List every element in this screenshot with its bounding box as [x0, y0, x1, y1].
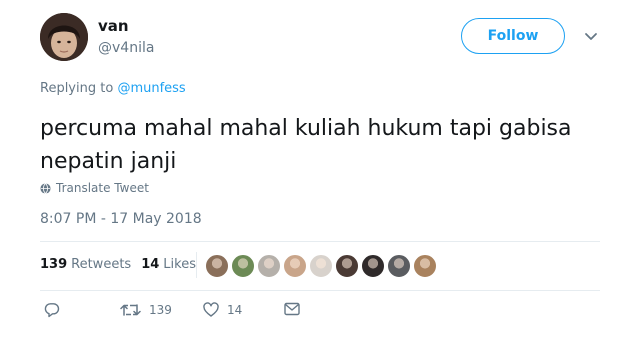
divider [40, 290, 600, 291]
tweet-stats: 139 Retweets 14 Likes [40, 257, 206, 272]
tweet-card: van @v4nila Follow Replying to @munfess … [0, 0, 640, 349]
liker-avatar-9[interactable] [413, 254, 437, 278]
tweet-timestamp[interactable]: 8:07 PM - 17 May 2018 [40, 211, 202, 227]
retweet-count: 139 [149, 303, 172, 317]
heart-icon [203, 302, 219, 317]
translate-label: Translate Tweet [56, 181, 149, 195]
retweet-button[interactable]: 139 [120, 302, 172, 318]
author-handle[interactable]: @v4nila [98, 40, 154, 56]
like-button[interactable]: 14 [203, 302, 242, 318]
reply-button[interactable] [44, 302, 60, 318]
likes-stat[interactable]: 14 Likes [141, 257, 196, 272]
tweet-text: percuma mahal mahal kuliah hukum tapi ga… [40, 116, 572, 174]
retweets-stat[interactable]: 139 Retweets [40, 257, 131, 272]
likes-count: 14 [141, 257, 160, 272]
liker-avatar-7[interactable] [361, 254, 385, 278]
liker-avatar-5[interactable] [309, 254, 333, 278]
follow-button[interactable]: Follow [461, 18, 565, 54]
stats-separator [196, 252, 197, 278]
liker-avatar-1[interactable] [205, 254, 229, 278]
direct-message-button[interactable] [284, 302, 300, 316]
reply-context: Replying to @munfess [40, 81, 186, 96]
liker-avatar-3[interactable] [257, 254, 281, 278]
liker-avatar-2[interactable] [231, 254, 255, 278]
liker-avatar-6[interactable] [335, 254, 359, 278]
envelope-icon [284, 302, 300, 316]
author-avatar[interactable] [40, 13, 88, 61]
author-display-name[interactable]: van [98, 17, 129, 35]
retweet-icon [120, 304, 141, 316]
chevron-down-icon[interactable] [583, 30, 599, 44]
like-count: 14 [227, 303, 243, 317]
liker-avatar-4[interactable] [283, 254, 307, 278]
liker-avatars [205, 254, 439, 278]
retweets-label: Retweets [71, 257, 132, 272]
retweets-count: 139 [40, 257, 68, 272]
globe-icon [40, 182, 51, 194]
translate-tweet-link[interactable]: Translate Tweet [40, 181, 149, 195]
divider [40, 241, 600, 242]
liker-avatar-8[interactable] [387, 254, 411, 278]
likes-label: Likes [163, 257, 196, 272]
reply-context-prefix: Replying to [40, 81, 114, 96]
reply-icon [44, 303, 60, 318]
reply-mention-link[interactable]: @munfess [117, 81, 185, 96]
